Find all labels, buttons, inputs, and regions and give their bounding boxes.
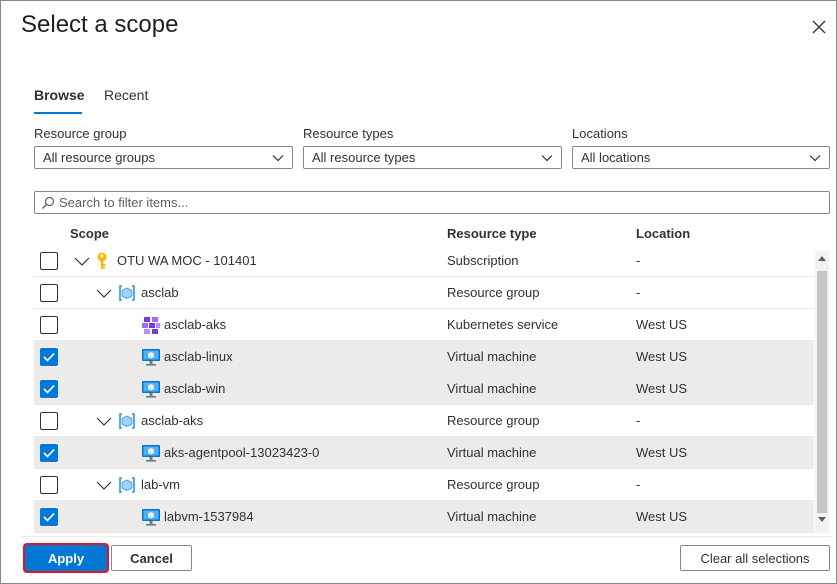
locations-dropdown[interactable]: All locations xyxy=(572,146,830,169)
table-row[interactable]: asclab-win Virtual machine West US xyxy=(34,373,814,405)
row-resource-type: Subscription xyxy=(447,253,519,268)
row-resource-type: Virtual machine xyxy=(447,445,537,460)
resource-types-value: All resource types xyxy=(312,150,416,165)
row-scope-name: asclab-linux xyxy=(164,349,233,364)
row-checkbox[interactable] xyxy=(40,316,58,334)
search-box xyxy=(34,191,830,214)
row-location: West US xyxy=(636,317,688,332)
row-scope-name: labvm-1537984 xyxy=(164,509,254,524)
resource-group-label: Resource group xyxy=(34,126,127,141)
scope-grid: Scope Resource type Location OTU WA MOC … xyxy=(34,221,831,533)
resource-types-dropdown[interactable]: All resource types xyxy=(303,146,562,169)
locations-label: Locations xyxy=(572,126,628,141)
close-icon[interactable] xyxy=(807,15,831,39)
row-checkbox[interactable] xyxy=(40,284,58,302)
row-checkbox[interactable] xyxy=(40,348,58,366)
tab-browse[interactable]: Browse xyxy=(34,87,85,103)
row-location: West US xyxy=(636,445,688,460)
search-input[interactable] xyxy=(59,194,819,211)
resource-group-icon xyxy=(119,413,135,429)
virtual-machine-icon xyxy=(142,509,160,526)
row-resource-type: Resource group xyxy=(447,477,540,492)
table-row[interactable]: asclab-aks Resource group - xyxy=(34,405,814,437)
row-checkbox[interactable] xyxy=(40,252,58,270)
chevron-down-icon[interactable] xyxy=(96,478,112,492)
column-header-location: Location xyxy=(636,226,691,241)
resource-group-value: All resource groups xyxy=(43,150,155,165)
row-location: West US xyxy=(636,509,688,524)
row-location: - xyxy=(636,477,641,492)
row-scope-name: aks-agentpool-13023423-0 xyxy=(164,445,320,460)
clear-all-selections-button[interactable]: Clear all selections xyxy=(680,545,830,571)
dialog-title: Select a scope xyxy=(21,11,179,38)
table-row[interactable]: aks-agentpool-13023423-0 Virtual machine… xyxy=(34,437,814,469)
table-row[interactable]: asclab Resource group - xyxy=(34,277,814,309)
chevron-down-icon xyxy=(272,155,284,162)
scroll-up-icon[interactable] xyxy=(818,255,826,261)
row-resource-type: Resource group xyxy=(447,285,540,300)
row-location: - xyxy=(636,253,641,268)
cancel-button[interactable]: Cancel xyxy=(111,545,192,571)
resource-group-icon xyxy=(119,477,135,493)
row-scope-name: asclab-aks xyxy=(141,413,204,428)
active-tab-indicator xyxy=(34,112,82,114)
row-scope-name: asclab-win xyxy=(164,381,226,396)
table-row[interactable]: lab-vm Resource group - xyxy=(34,469,814,501)
footer-divider xyxy=(21,536,831,537)
row-location: - xyxy=(636,285,641,300)
row-checkbox[interactable] xyxy=(40,412,58,430)
virtual-machine-icon xyxy=(142,349,160,366)
table-row[interactable]: labvm-1537984 Virtual machine West US xyxy=(34,501,814,533)
row-checkbox[interactable] xyxy=(40,380,58,398)
table-row[interactable]: asclab-aks Kubernetes service West US xyxy=(34,309,814,341)
chevron-down-icon[interactable] xyxy=(74,254,90,268)
row-resource-type: Virtual machine xyxy=(447,381,537,396)
scroll-down-icon[interactable] xyxy=(818,517,826,523)
tab-recent[interactable]: Recent xyxy=(104,87,148,103)
row-scope-name: lab-vm xyxy=(141,477,181,492)
chevron-down-icon[interactable] xyxy=(96,286,112,300)
chevron-down-icon xyxy=(541,155,553,162)
table-row[interactable]: asclab-linux Virtual machine West US xyxy=(34,341,814,373)
chevron-down-icon xyxy=(809,155,821,162)
row-location: West US xyxy=(636,381,688,396)
row-resource-type: Virtual machine xyxy=(447,509,537,524)
column-header-resource-type: Resource type xyxy=(447,226,537,241)
resource-group-dropdown[interactable]: All resource groups xyxy=(34,146,293,169)
locations-value: All locations xyxy=(581,150,651,165)
kubernetes-icon xyxy=(142,317,160,334)
resource-types-label: Resource types xyxy=(303,126,394,141)
scrollbar-thumb[interactable] xyxy=(817,271,827,513)
virtual-machine-icon xyxy=(142,381,160,398)
select-scope-dialog: Select a scope Browse Recent Resource gr… xyxy=(0,0,837,584)
row-resource-type: Resource group xyxy=(447,413,540,428)
row-resource-type: Kubernetes service xyxy=(447,317,559,332)
checkmark-icon xyxy=(43,352,55,362)
column-header-scope: Scope xyxy=(70,226,110,241)
row-checkbox[interactable] xyxy=(40,476,58,494)
checkmark-icon xyxy=(43,512,55,522)
row-resource-type: Virtual machine xyxy=(447,349,537,364)
row-scope-name: OTU WA MOC - 101401 xyxy=(117,253,257,268)
chevron-down-icon[interactable] xyxy=(96,414,112,428)
row-scope-name: asclab xyxy=(141,285,179,300)
row-location: - xyxy=(636,413,641,428)
apply-button[interactable]: Apply xyxy=(25,545,107,571)
resource-group-icon xyxy=(119,285,135,301)
key-icon xyxy=(97,252,107,269)
search-icon xyxy=(42,196,55,209)
row-scope-name: asclab-aks xyxy=(164,317,227,332)
row-checkbox[interactable] xyxy=(40,508,58,526)
checkmark-icon xyxy=(43,448,55,458)
row-location: West US xyxy=(636,349,688,364)
table-row[interactable]: OTU WA MOC - 101401 Subscription - xyxy=(34,245,814,277)
virtual-machine-icon xyxy=(142,445,160,462)
vertical-scrollbar[interactable] xyxy=(815,251,829,533)
checkmark-icon xyxy=(43,384,55,394)
row-checkbox[interactable] xyxy=(40,444,58,462)
